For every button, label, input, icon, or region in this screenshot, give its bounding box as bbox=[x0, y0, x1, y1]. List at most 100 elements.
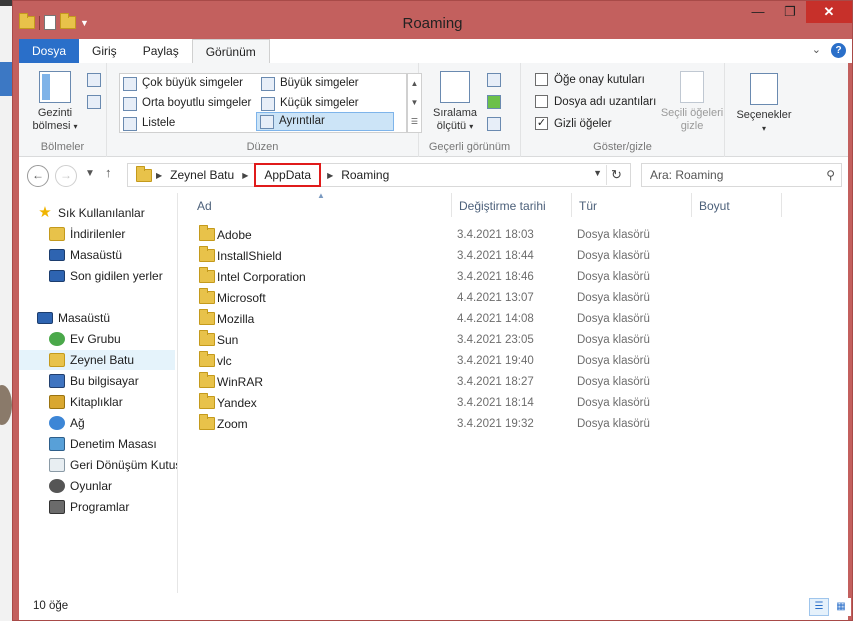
column-type[interactable]: Tür bbox=[579, 199, 597, 213]
maximize-button[interactable]: ❐ bbox=[774, 1, 806, 23]
column-divider[interactable] bbox=[571, 193, 572, 217]
tab-file[interactable]: Dosya bbox=[19, 39, 80, 63]
breadcrumb-appdata[interactable]: AppData bbox=[254, 163, 322, 187]
panes-group-label: Bölmeler bbox=[40, 141, 85, 153]
nav-item-label: Geri Dönüşüm Kutusu bbox=[70, 458, 177, 472]
column-size[interactable]: Boyut bbox=[699, 199, 730, 213]
file-extensions-checkbox[interactable] bbox=[535, 95, 548, 108]
file-type: Dosya klasörü bbox=[577, 313, 650, 325]
recent-locations-icon[interactable]: ▼ bbox=[85, 168, 95, 179]
details-view-icon[interactable]: ☰ bbox=[809, 598, 829, 616]
large-icons-view-icon[interactable]: ▦ bbox=[831, 598, 851, 616]
layout-medium-icons[interactable]: Orta boyutlu simgeler bbox=[120, 94, 260, 113]
file-name: WinRAR bbox=[217, 375, 264, 389]
pane-splitter[interactable] bbox=[177, 193, 178, 593]
layout-extra-large-icons[interactable]: Çok büyük simgeler bbox=[120, 74, 260, 93]
nav-item-user-folder[interactable]: Zeynel Batu bbox=[19, 350, 175, 370]
breadcrumb-user[interactable]: Zeynel Batu bbox=[166, 168, 238, 182]
search-input[interactable]: Ara: Roaming ⚲ bbox=[641, 163, 842, 187]
expand-ribbon-icon[interactable]: ⌄ bbox=[812, 43, 821, 58]
file-name: Sun bbox=[217, 333, 239, 347]
column-divider[interactable] bbox=[781, 193, 782, 217]
table-row[interactable]: WinRAR 3.4.2021 18:27 Dosya klasörü bbox=[189, 372, 799, 393]
column-modified[interactable]: Değiştirme tarihi bbox=[459, 199, 546, 213]
tab-home[interactable]: Giriş bbox=[79, 39, 130, 63]
table-row[interactable]: InstallShield 3.4.2021 18:44 Dosya klasö… bbox=[189, 246, 799, 267]
address-bar[interactable]: ▶ Zeynel Batu ▶ AppData ▶ Roaming ▼ ↻ bbox=[127, 163, 631, 187]
details-icon bbox=[260, 114, 274, 129]
large-icons-icon bbox=[261, 76, 275, 91]
nav-item-label: Oyunlar bbox=[70, 479, 113, 493]
nav-item-recent-places[interactable]: Son gidilen yerler bbox=[49, 266, 163, 286]
item-checkboxes-toggle[interactable]: Öğe onay kutuları bbox=[535, 73, 645, 86]
refresh-icon[interactable]: ↻ bbox=[606, 165, 626, 185]
column-name[interactable]: Ad bbox=[197, 199, 212, 213]
search-icon[interactable]: ⚲ bbox=[826, 164, 835, 186]
column-divider[interactable] bbox=[451, 193, 452, 217]
table-row[interactable]: Mozilla 4.4.2021 14:08 Dosya klasörü bbox=[189, 309, 799, 330]
up-button[interactable]: ↑ bbox=[105, 165, 112, 180]
file-list-header: ▲ Ad Değiştirme tarihi Tür Boyut bbox=[189, 191, 848, 221]
help-icon[interactable]: ? bbox=[831, 43, 846, 58]
computer-icon bbox=[49, 374, 65, 388]
folder-icon bbox=[199, 225, 215, 241]
details-pane-icon[interactable] bbox=[87, 95, 101, 109]
file-name: Zoom bbox=[217, 417, 248, 431]
nav-item-games[interactable]: Oyunlar bbox=[49, 476, 112, 496]
close-button[interactable]: ✕ bbox=[806, 1, 852, 23]
file-modified: 4.4.2021 13:07 bbox=[457, 292, 534, 304]
crumb-separator[interactable]: ▶ bbox=[152, 171, 166, 180]
hide-selected-button[interactable]: Seçili öğeleri gizle bbox=[659, 71, 725, 133]
preview-pane-icon[interactable] bbox=[87, 73, 101, 87]
file-extensions-toggle[interactable]: Dosya adı uzantıları bbox=[535, 95, 656, 108]
sort-by-button[interactable]: Sıralama ölçütü ▾ bbox=[431, 71, 479, 133]
recent-places-icon bbox=[49, 270, 65, 282]
item-checkboxes-checkbox[interactable] bbox=[535, 73, 548, 86]
nav-item-label: Kitaplıklar bbox=[70, 395, 123, 409]
group-by-icon[interactable] bbox=[487, 73, 501, 87]
address-history-dropdown[interactable]: ▼ bbox=[593, 168, 602, 178]
add-columns-icon[interactable] bbox=[487, 95, 501, 109]
options-button[interactable]: Seçenekler ▾ bbox=[733, 73, 795, 135]
back-button[interactable]: ← bbox=[27, 165, 49, 187]
column-divider[interactable] bbox=[691, 193, 692, 217]
hidden-items-toggle[interactable]: ✓ Gizli öğeler bbox=[535, 117, 612, 130]
table-row[interactable]: Microsoft 4.4.2021 13:07 Dosya klasörü bbox=[189, 288, 799, 309]
forward-button[interactable]: → bbox=[55, 165, 77, 187]
nav-item-this-pc[interactable]: Bu bilgisayar bbox=[49, 371, 139, 391]
nav-pane-label1: Gezinti bbox=[37, 107, 73, 119]
nav-item-desktop-root[interactable]: Masaüstü bbox=[37, 308, 110, 328]
nav-pane-button[interactable]: Gezinti bölmesi ▾ bbox=[27, 71, 83, 133]
nav-item-network[interactable]: Ağ bbox=[49, 413, 85, 433]
table-row[interactable]: Zoom 3.4.2021 19:32 Dosya klasörü bbox=[189, 414, 799, 435]
table-row[interactable]: vlc 3.4.2021 19:40 Dosya klasörü bbox=[189, 351, 799, 372]
crumb-separator[interactable]: ▶ bbox=[323, 171, 337, 180]
minimize-button[interactable]: — bbox=[742, 1, 774, 23]
nav-item-label: İndirilenler bbox=[70, 227, 126, 241]
layout-details[interactable]: Ayrıntılar bbox=[256, 112, 394, 131]
status-bar: 10 öğe ☰ ▦ bbox=[19, 593, 851, 620]
layout-group-label: Düzen bbox=[246, 141, 279, 153]
hidden-items-checkbox[interactable]: ✓ bbox=[535, 117, 548, 130]
nav-item-libraries[interactable]: Kitaplıklar bbox=[49, 392, 123, 412]
layout-list[interactable]: Listele bbox=[120, 114, 260, 133]
nav-item-recycle-bin[interactable]: Geri Dönüşüm Kutusu bbox=[49, 455, 177, 475]
tab-share[interactable]: Paylaş bbox=[129, 39, 192, 63]
layout-large-icons[interactable]: Büyük simgeler bbox=[258, 74, 396, 93]
nav-item-downloads[interactable]: İndirilenler bbox=[49, 224, 125, 244]
nav-item-favorites[interactable]: ★ Sık Kullanılanlar bbox=[37, 203, 144, 223]
table-row[interactable]: Sun 3.4.2021 23:05 Dosya klasörü bbox=[189, 330, 799, 351]
breadcrumb-roaming[interactable]: Roaming bbox=[337, 168, 393, 182]
nav-item-homegroup[interactable]: Ev Grubu bbox=[49, 329, 121, 349]
table-row[interactable]: Intel Corporation 3.4.2021 18:46 Dosya k… bbox=[189, 267, 799, 288]
size-columns-icon[interactable] bbox=[487, 117, 501, 131]
nav-item-control-panel[interactable]: Denetim Masası bbox=[49, 434, 157, 454]
libraries-icon bbox=[49, 395, 65, 409]
nav-item-programs[interactable]: Programlar bbox=[49, 497, 129, 517]
table-row[interactable]: Yandex 3.4.2021 18:14 Dosya klasörü bbox=[189, 393, 799, 414]
layout-small-icons[interactable]: Küçük simgeler bbox=[258, 94, 396, 113]
tab-view[interactable]: Görünüm bbox=[191, 39, 270, 63]
table-row[interactable]: Adobe 3.4.2021 18:03 Dosya klasörü bbox=[189, 225, 799, 246]
crumb-separator[interactable]: ▶ bbox=[238, 171, 252, 180]
nav-item-desktop[interactable]: Masaüstü bbox=[49, 245, 122, 265]
